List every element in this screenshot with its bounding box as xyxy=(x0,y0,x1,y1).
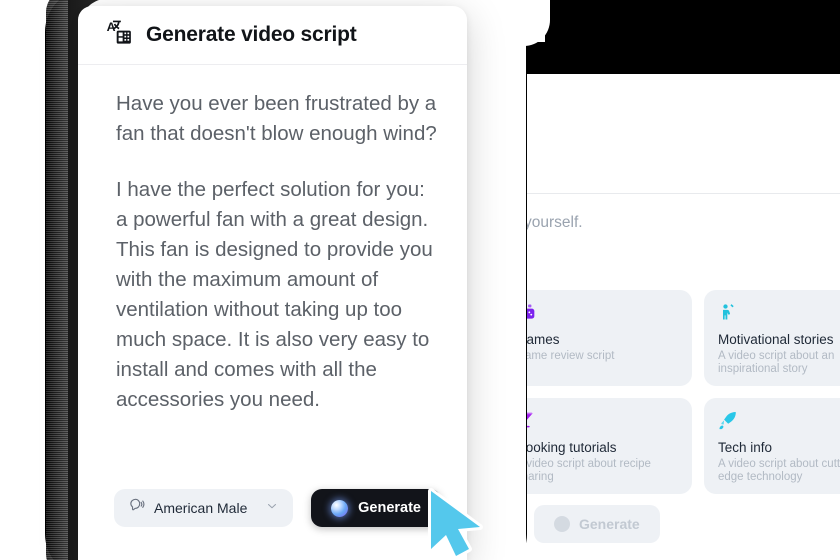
card-title: Motivational stories xyxy=(718,332,834,347)
script-template-card-cooking[interactable]: Cooking tutorials A video script about r… xyxy=(502,398,692,494)
voice-value: American Male xyxy=(154,500,248,516)
generate-button[interactable]: Generate xyxy=(311,489,441,527)
person-raise-icon xyxy=(718,302,840,322)
generate-video-script-dialog: A Generate video script Have you ever be… xyxy=(78,6,467,560)
rocket-icon xyxy=(718,410,840,430)
device-edge xyxy=(46,0,68,560)
app-top-bar xyxy=(545,0,840,74)
top-bar-corner-mask xyxy=(455,0,550,46)
ai-orb-icon xyxy=(554,516,570,532)
card-title: Games xyxy=(516,332,560,347)
card-description: A video script about cutting edge techno… xyxy=(718,458,840,484)
translate-video-icon: A xyxy=(106,19,133,51)
generate-label: Generate xyxy=(358,500,421,516)
card-title: Cooking tutorials xyxy=(516,440,617,455)
dialog-voice-selector[interactable]: American Male xyxy=(114,489,294,527)
card-title: Tech info xyxy=(718,440,773,455)
dialog-header: A Generate video script xyxy=(78,6,467,65)
dialog-action-bar: American Male Generate xyxy=(78,489,467,527)
chevron-down-icon xyxy=(265,499,279,518)
gamepad-icon xyxy=(516,302,678,322)
ai-orb-icon xyxy=(331,499,349,517)
cocktail-icon xyxy=(516,410,678,430)
script-content: Have you ever been frustrated by a fan t… xyxy=(78,65,467,415)
script-paragraph-2: I have the perfect solution for you: a p… xyxy=(116,178,433,411)
generate-button-disabled: Generate xyxy=(534,505,660,543)
voice-icon xyxy=(128,497,145,519)
card-description: Game review script xyxy=(516,350,615,362)
card-description: A video script about an inspirational st… xyxy=(718,350,835,376)
screenshot-root: pt te video scripts, or enter a script y… xyxy=(0,0,840,560)
script-template-card-motivational[interactable]: Motivational stories A video script abou… xyxy=(704,290,840,386)
script-template-card-tech[interactable]: Tech info A video script about cutting e… xyxy=(704,398,840,494)
card-description: A video script about recipe sharing xyxy=(516,458,651,484)
script-template-card-games[interactable]: Games Game review script xyxy=(502,290,692,386)
script-paragraph-1: Have you ever been frustrated by a fan t… xyxy=(116,92,437,145)
mouse-pointer-icon xyxy=(423,487,497,560)
generate-label: Generate xyxy=(579,516,640,532)
dialog-title: Generate video script xyxy=(146,23,357,46)
